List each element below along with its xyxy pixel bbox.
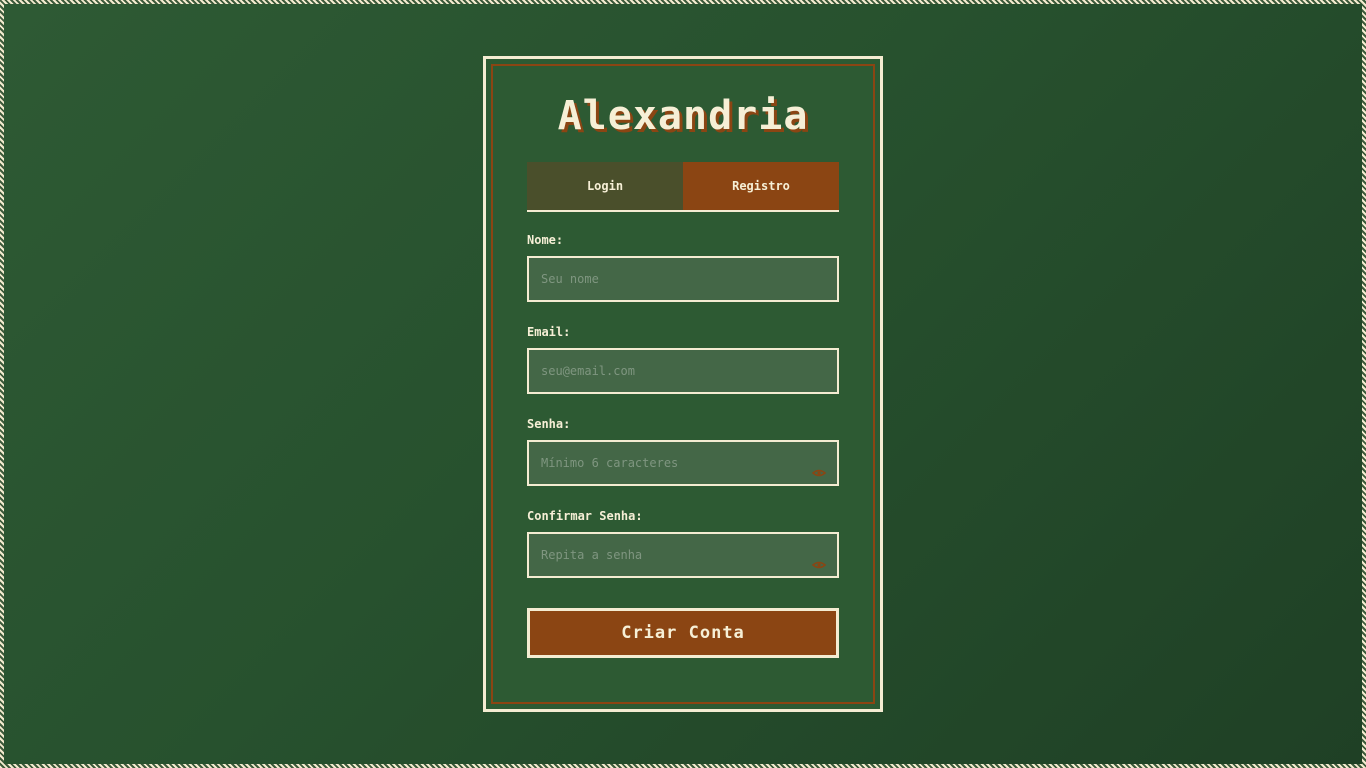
email-label: Email: xyxy=(527,325,571,339)
auth-tabs: Login Registro xyxy=(527,162,839,212)
app-title: Alexandria xyxy=(557,93,809,139)
auth-card: Alexandria Login Registro Nome: Email: S… xyxy=(483,56,883,712)
password-visibility-toggle[interactable] xyxy=(811,468,827,478)
create-account-button[interactable]: Criar Conta xyxy=(527,608,839,658)
name-label: Nome: xyxy=(527,233,564,247)
email-input[interactable] xyxy=(527,348,839,394)
tab-login[interactable]: Login xyxy=(527,162,683,210)
eye-icon xyxy=(812,469,826,477)
confirm-password-input[interactable] xyxy=(527,532,839,578)
name-input[interactable] xyxy=(527,256,839,302)
eye-icon xyxy=(812,561,826,569)
password-input[interactable] xyxy=(527,440,839,486)
password-label: Senha: xyxy=(527,417,571,431)
confirm-password-visibility-toggle[interactable] xyxy=(811,560,827,570)
tab-registro[interactable]: Registro xyxy=(683,162,839,210)
confirm-password-label: Confirmar Senha: xyxy=(527,509,643,523)
